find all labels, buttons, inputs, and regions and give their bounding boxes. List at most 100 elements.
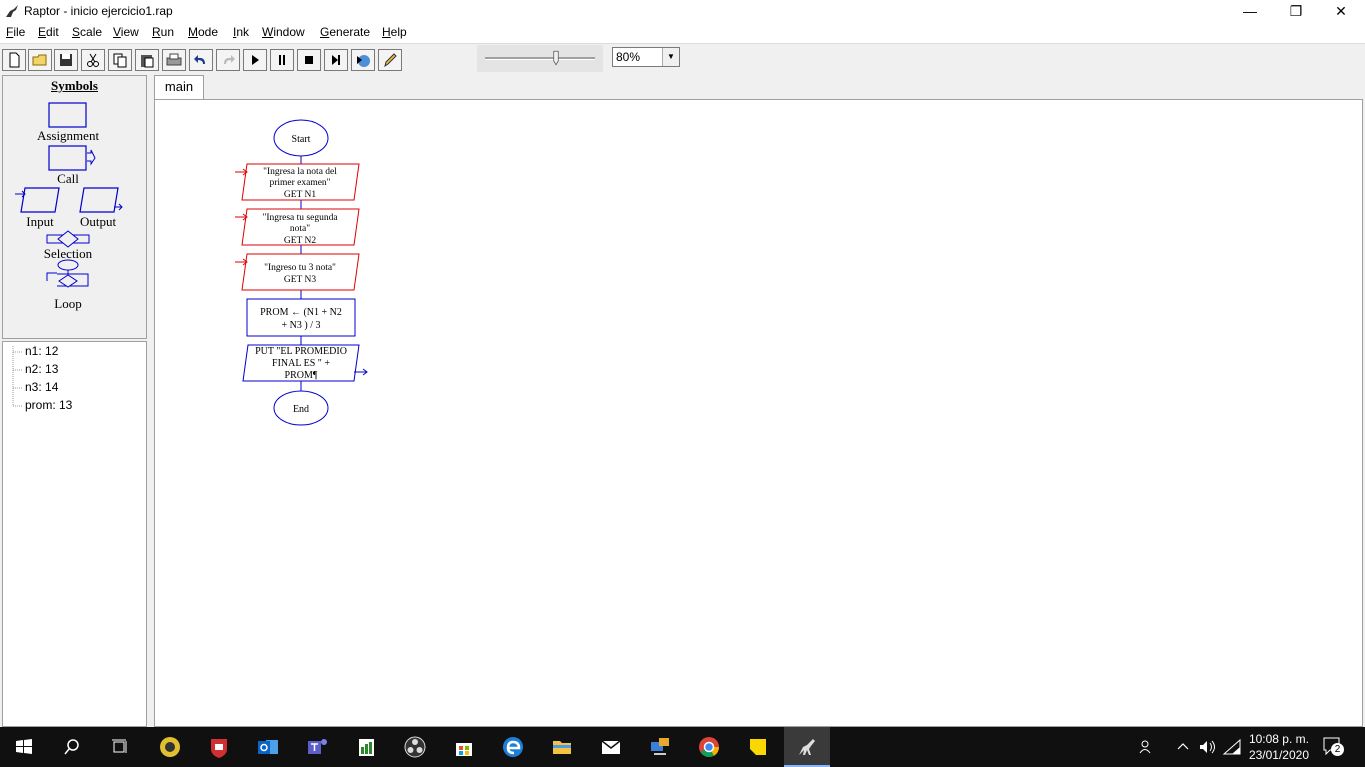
- people-icon[interactable]: [1138, 739, 1156, 755]
- cut-button[interactable]: [81, 49, 105, 71]
- gear-app-icon[interactable]: [156, 733, 184, 761]
- taskbar: 10:08 p. m. 23/01/2020 2: [0, 727, 1365, 767]
- toolbar: [0, 43, 1365, 75]
- assign-line2: + N3 ) / 3: [282, 320, 321, 331]
- menu-file[interactable]: File: [6, 25, 25, 39]
- output-line3: PROM¶: [285, 370, 318, 381]
- network-app-icon[interactable]: [646, 733, 674, 761]
- variable-item[interactable]: n3: 14: [25, 380, 58, 394]
- sticky-notes-icon[interactable]: [744, 733, 772, 761]
- menu-generate[interactable]: Generate: [320, 25, 370, 39]
- input2-get: GET N2: [284, 236, 317, 246]
- assignment-symbol[interactable]: [48, 102, 87, 128]
- run-button[interactable]: [243, 49, 267, 71]
- call-label: Call: [57, 171, 79, 186]
- restore-button[interactable]: ❐: [1273, 0, 1319, 23]
- flowchart-canvas[interactable]: Start "Ingresa la nota del primer examen…: [154, 99, 1363, 727]
- edge-browser-icon[interactable]: [499, 733, 527, 761]
- open-button[interactable]: [28, 49, 52, 71]
- paste-clipboard-icon: [141, 55, 154, 68]
- reset-button[interactable]: [351, 49, 375, 71]
- store-icon[interactable]: [450, 733, 478, 761]
- system-clock[interactable]: 10:08 p. m. 23/01/2020: [1249, 731, 1309, 763]
- paste-button[interactable]: [135, 49, 159, 71]
- tab-main[interactable]: main: [154, 75, 204, 99]
- input-node-n1[interactable]: "Ingresa la nota del primer examen" GET …: [235, 163, 360, 201]
- pen-button[interactable]: [378, 49, 402, 71]
- close-button[interactable]: ✕: [1318, 0, 1364, 23]
- speed-slider[interactable]: [477, 45, 603, 72]
- chevron-down-icon[interactable]: ▼: [662, 48, 679, 66]
- selection-symbol[interactable]: [46, 230, 90, 248]
- wifi-icon[interactable]: [1222, 738, 1242, 756]
- chrome-icon[interactable]: [695, 733, 723, 761]
- minimize-button[interactable]: —: [1227, 0, 1273, 23]
- output-node[interactable]: PUT "EL PROMEDIO FINAL ES " + PROM¶: [242, 344, 368, 382]
- outlook-icon[interactable]: [254, 733, 282, 761]
- save-button[interactable]: [54, 49, 78, 71]
- title-bar: Raptor - inicio ejercicio1.rap — ❐ ✕: [0, 0, 1365, 23]
- stop-button[interactable]: [297, 49, 321, 71]
- windows-start-icon[interactable]: [10, 733, 38, 761]
- menu-bar: File Edit Scale View Run Mode Ink Window…: [0, 23, 1365, 43]
- window-title: Raptor - inicio ejercicio1.rap: [24, 4, 173, 18]
- selection-label: Selection: [43, 246, 93, 261]
- variable-item[interactable]: n2: 13: [25, 362, 58, 376]
- input-label: Input: [26, 214, 54, 229]
- end-node[interactable]: End: [273, 390, 329, 426]
- printer-icon: [166, 53, 182, 66]
- input1-get: GET N1: [284, 190, 317, 200]
- menu-run[interactable]: Run: [152, 25, 174, 39]
- volume-icon[interactable]: [1198, 738, 1218, 756]
- variable-item[interactable]: prom: 13: [25, 398, 72, 412]
- assignment-node[interactable]: PROM ← (N1 + N2 + N3 ) / 3: [246, 298, 356, 337]
- search-icon[interactable]: [58, 733, 86, 761]
- menu-edit[interactable]: Edit: [38, 25, 59, 39]
- slider-thumb[interactable]: [552, 49, 559, 67]
- output-symbol[interactable]: [79, 187, 123, 213]
- menu-view[interactable]: View: [113, 25, 139, 39]
- new-button[interactable]: [2, 49, 26, 71]
- flowchart: Start "Ingresa la nota del primer examen…: [235, 119, 368, 426]
- pause-button[interactable]: [270, 49, 294, 71]
- task-view-icon[interactable]: [106, 733, 134, 761]
- teams-icon[interactable]: [303, 733, 331, 761]
- redo-button[interactable]: [216, 49, 240, 71]
- file-explorer-icon[interactable]: [548, 733, 576, 761]
- raptor-taskbar-button[interactable]: [784, 727, 830, 767]
- start-text: Start: [292, 134, 311, 145]
- raptor-app-icon: [6, 5, 18, 17]
- input-symbol[interactable]: [15, 187, 60, 213]
- menu-scale[interactable]: Scale: [72, 25, 102, 39]
- security-app-icon[interactable]: [205, 733, 233, 761]
- spreadsheet-app-icon[interactable]: [352, 733, 380, 761]
- pen-icon: [384, 53, 397, 68]
- menu-mode[interactable]: Mode: [188, 25, 218, 39]
- notification-badge: 2: [1331, 743, 1344, 756]
- loop-symbol[interactable]: [46, 259, 89, 288]
- mail-icon[interactable]: [597, 733, 625, 761]
- variable-item[interactable]: n1: 12: [25, 344, 58, 358]
- input2-prompt-line1: "Ingresa tu segunda: [262, 213, 338, 223]
- call-symbol[interactable]: [48, 145, 96, 171]
- menu-help[interactable]: Help: [382, 25, 407, 39]
- print-button[interactable]: [162, 49, 186, 71]
- menu-window[interactable]: Window: [262, 25, 305, 39]
- output-line1: PUT "EL PROMEDIO: [255, 346, 347, 357]
- input-node-n2[interactable]: "Ingresa tu segunda nota" GET N2: [235, 208, 360, 246]
- undo-button[interactable]: [189, 49, 213, 71]
- chevron-up-icon[interactable]: [1176, 740, 1190, 752]
- open-folder-icon: [32, 54, 47, 66]
- zoom-select[interactable]: 80% ▼: [612, 47, 680, 67]
- start-node[interactable]: Start: [273, 119, 329, 157]
- step-button[interactable]: [324, 49, 348, 71]
- raptor-dino-icon: [799, 739, 815, 755]
- copy-icon: [113, 53, 127, 68]
- copy-button[interactable]: [108, 49, 132, 71]
- notification-center[interactable]: 2: [1322, 736, 1344, 756]
- input-node-n3[interactable]: "Ingreso tu 3 nota" GET N3: [235, 253, 360, 291]
- menu-ink[interactable]: Ink: [233, 25, 249, 39]
- assign-line1: PROM ← (N1 + N2: [260, 307, 342, 318]
- obs-icon[interactable]: [401, 733, 429, 761]
- output-line2: FINAL ES " +: [272, 358, 330, 369]
